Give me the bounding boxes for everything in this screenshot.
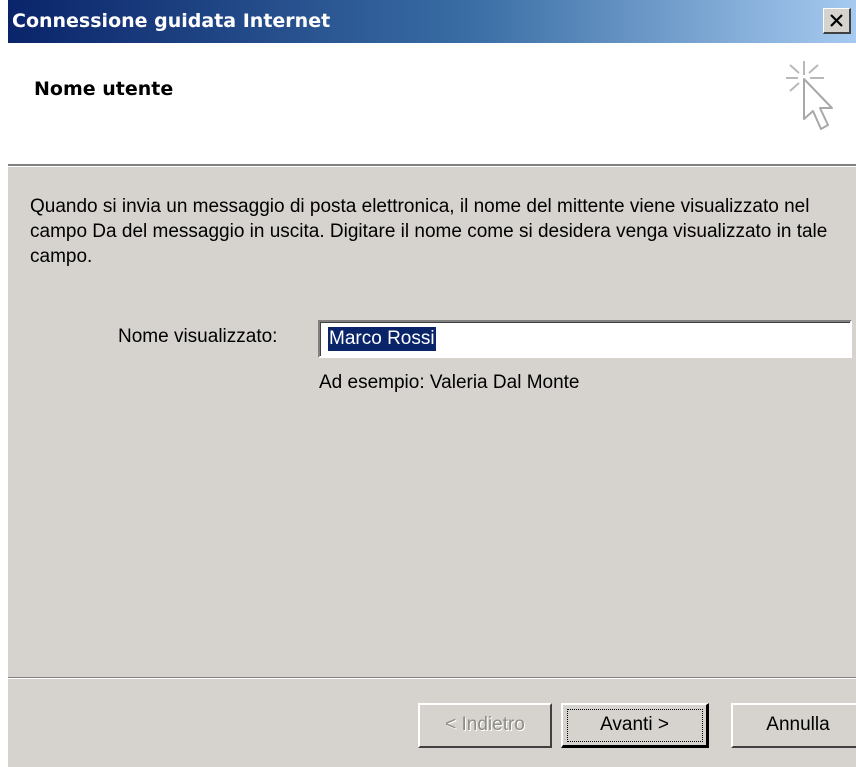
wizard-window: Connessione guidata Internet Nome utente… [8,0,856,767]
page-title: Nome utente [34,78,174,100]
window-title: Connessione guidata Internet [12,10,331,32]
header-divider [8,166,856,167]
wizard-header: Nome utente [8,43,856,166]
cancel-button[interactable]: Annulla [731,703,856,748]
footer-divider-highlight [8,678,856,679]
back-button[interactable]: < Indietro [418,703,552,748]
wizard-cursor-sparkle-icon [786,61,833,130]
display-name-label: Nome visualizzato: [118,326,278,347]
display-name-input[interactable]: Marco Rossi [318,320,852,358]
close-icon [830,14,843,27]
display-name-value: Marco Rossi [328,327,436,351]
next-button[interactable]: Avanti > [561,703,709,748]
example-hint: Ad esempio: Valeria Dal Monte [319,372,580,393]
intro-text: Quando si invia un messaggio di posta el… [30,196,828,267]
title-bar[interactable]: Connessione guidata Internet [8,0,856,43]
close-button[interactable] [823,8,851,34]
